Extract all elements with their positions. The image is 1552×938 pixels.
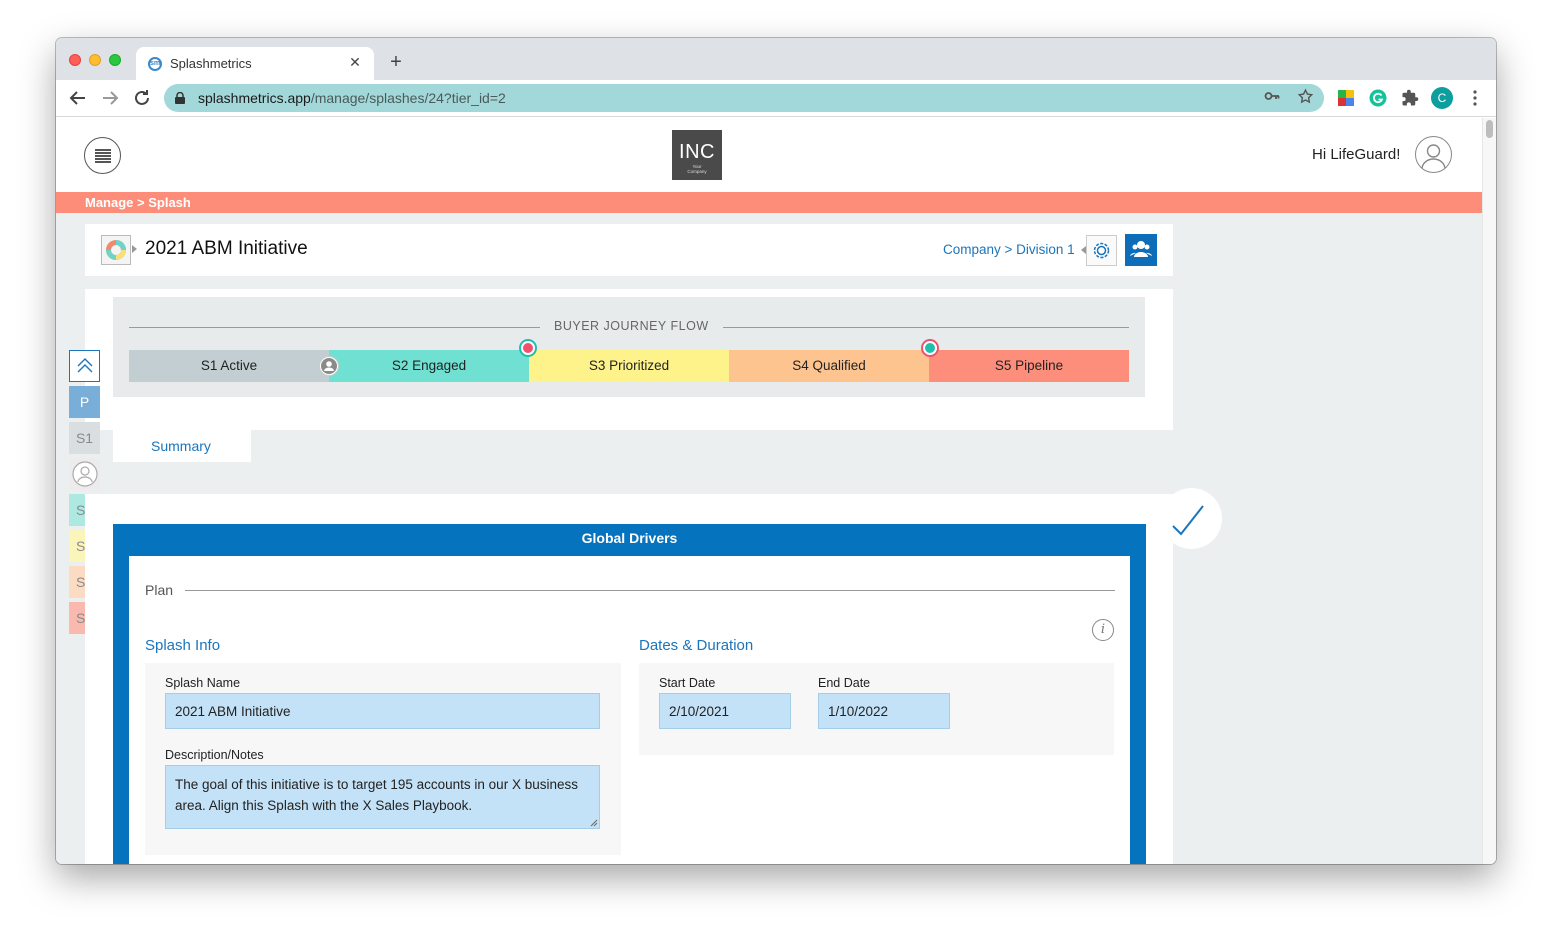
url-text: splashmetrics.app/manage/splashes/24?tie… — [198, 90, 506, 106]
rail-item-s1[interactable]: S1 — [69, 422, 100, 454]
team-icon — [1130, 241, 1152, 257]
user-icon — [1421, 144, 1446, 170]
new-tab-button[interactable]: + — [385, 51, 407, 73]
maximize-window-button[interactable] — [109, 54, 121, 66]
splash-lifebuoy-icon[interactable] — [101, 235, 131, 265]
hamburger-menu-button[interactable] — [84, 137, 121, 174]
description-textarea[interactable]: The goal of this initiative is to target… — [165, 765, 600, 829]
buyer-journey-card: BUYER JOURNEY FLOW S1 Active S2 Engaged … — [85, 289, 1173, 430]
flow-title: BUYER JOURNEY FLOW — [540, 319, 723, 333]
browser-menu-icon[interactable] — [1466, 89, 1484, 107]
resize-grip-icon[interactable] — [590, 819, 598, 827]
logo-main-text: INC — [679, 141, 715, 163]
target-icon — [1093, 242, 1110, 259]
global-drivers-title: Global Drivers — [581, 530, 678, 546]
checkmark-icon — [1172, 505, 1204, 536]
splash-icon-arrow — [132, 245, 137, 253]
start-date-label: Start Date — [659, 676, 716, 690]
scrollbar-thumb[interactable] — [1486, 120, 1493, 138]
splashmetrics-favicon-icon: sm — [148, 57, 162, 71]
splash-info-title: Splash Info — [145, 637, 221, 654]
user-avatar-button[interactable] — [1415, 136, 1452, 173]
user-icon — [71, 461, 98, 487]
global-drivers-body: Plan i Splash Info Splash Name 2021 ABM … — [129, 556, 1130, 864]
tab-close-icon[interactable]: ✕ — [346, 54, 364, 71]
close-window-button[interactable] — [69, 54, 81, 66]
buyer-journey-flow: BUYER JOURNEY FLOW S1 Active S2 Engaged … — [113, 297, 1145, 397]
start-date-input[interactable]: 2/10/2021 — [659, 693, 791, 729]
description-text: The goal of this initiative is to target… — [175, 777, 578, 813]
browser-window: sm Splashmetrics ✕ + splashmetrics.app/m… — [56, 38, 1496, 864]
stage-s4[interactable]: S4 Qualified — [729, 350, 929, 382]
dates-duration-title: Dates & Duration — [639, 637, 754, 654]
save-check-button[interactable] — [1161, 488, 1222, 549]
url-path: /manage/splashes/24?tier_id=2 — [310, 90, 506, 106]
info-icon[interactable]: i — [1092, 619, 1114, 641]
stage-s5[interactable]: S5 Pipeline — [929, 350, 1129, 382]
splash-title-card: 2021 ABM Initiative Company > Division 1 — [85, 224, 1173, 276]
forward-arrow-icon[interactable] — [98, 86, 122, 110]
team-button[interactable] — [1125, 234, 1157, 266]
tab-strip: sm Splashmetrics ✕ + — [56, 38, 1496, 80]
key-icon[interactable] — [1262, 88, 1282, 108]
site-header: INC Your Company Hi LifeGuard! — [56, 118, 1482, 192]
url-host: splashmetrics.app — [198, 90, 311, 106]
page-title: 2021 ABM Initiative — [145, 238, 308, 259]
browser-toolbar: splashmetrics.app/manage/splashes/24?tie… — [56, 80, 1496, 117]
stage-marker-s4[interactable] — [923, 341, 937, 355]
extension-palette-icon[interactable] — [1337, 89, 1355, 107]
stage-marker-s2[interactable] — [521, 341, 535, 355]
stage-s2[interactable]: S2 Engaged — [329, 350, 529, 382]
rail-item-p[interactable]: P — [69, 386, 100, 418]
end-date-input[interactable]: 1/10/2022 — [818, 693, 950, 729]
profile-avatar[interactable]: C — [1431, 87, 1453, 109]
stage-s1[interactable]: S1 Active — [129, 350, 329, 382]
plan-label: Plan — [145, 582, 174, 598]
extensions-puzzle-icon[interactable] — [1401, 89, 1419, 107]
rail-collapse-button[interactable] — [69, 350, 100, 382]
address-bar[interactable]: splashmetrics.app/manage/splashes/24?tie… — [164, 84, 1324, 112]
reload-icon[interactable] — [130, 86, 154, 110]
org-target-button[interactable] — [1086, 235, 1117, 266]
rail-item-user[interactable] — [69, 458, 100, 490]
stage-s3[interactable]: S3 Prioritized — [529, 350, 729, 382]
splash-name-label: Splash Name — [165, 676, 241, 690]
description-label: Description/Notes — [165, 748, 264, 762]
logo-sub-text-2: Company — [687, 169, 707, 174]
chevron-up-icon — [77, 358, 92, 373]
bookmark-star-icon[interactable] — [1295, 88, 1315, 108]
page-viewport: INC Your Company Hi LifeGuard! Manage > … — [56, 118, 1482, 864]
page-scrollbar[interactable] — [1482, 118, 1496, 864]
minimize-window-button[interactable] — [89, 54, 101, 66]
browser-tab-splashmetrics[interactable]: sm Splashmetrics ✕ — [136, 47, 374, 80]
back-arrow-icon[interactable] — [66, 86, 90, 110]
company-logo: INC Your Company — [672, 130, 722, 180]
plan-divider — [185, 590, 1115, 591]
tab-summary-label: Summary — [151, 438, 211, 454]
tab-title: Splashmetrics — [170, 56, 252, 71]
breadcrumb-text[interactable]: Manage > Splash — [85, 195, 191, 210]
stage-user-icon[interactable] — [319, 356, 339, 376]
splash-name-input[interactable]: 2021 ABM Initiative — [165, 693, 600, 729]
breadcrumb: Manage > Splash — [56, 192, 1482, 213]
dates-form: Start Date 2/10/2021 End Date 1/10/2022 — [639, 663, 1114, 755]
org-path-link[interactable]: Company > Division 1 — [943, 242, 1075, 257]
tab-summary[interactable]: Summary — [113, 430, 251, 462]
lock-icon — [175, 92, 185, 104]
global-drivers-panel: Global Drivers Plan i Splash Info Splash… — [113, 524, 1146, 864]
splash-info-form: Splash Name 2021 ABM Initiative Descript… — [145, 663, 621, 855]
end-date-label: End Date — [818, 676, 871, 690]
grammarly-icon[interactable] — [1369, 89, 1387, 107]
user-greeting: Hi LifeGuard! — [1312, 146, 1401, 163]
